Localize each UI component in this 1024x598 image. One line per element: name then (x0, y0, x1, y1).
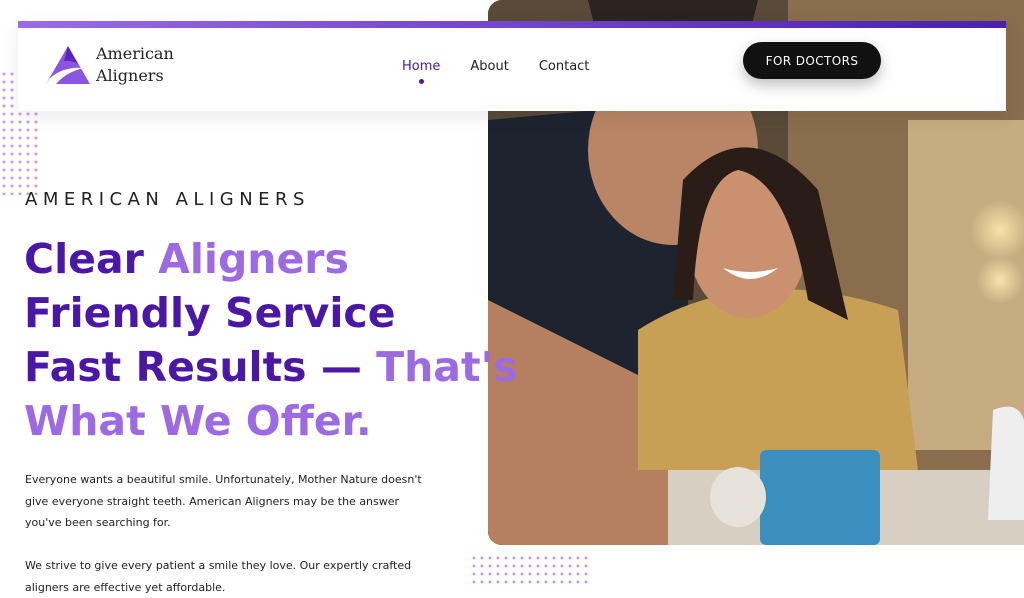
nav-about[interactable]: About (470, 59, 508, 74)
dot-pattern-bottom (470, 554, 588, 584)
logo-text: American Aligners (96, 43, 174, 87)
hero-paragraph-2: We strive to give every patient a smile … (25, 559, 412, 594)
main-nav: Home About Contact (402, 59, 619, 84)
logo-triangle-icon (46, 46, 90, 84)
logo-line2: Aligners (96, 66, 164, 85)
headline-word-aligners: Aligners (158, 235, 349, 283)
nav-contact[interactable]: Contact (539, 59, 590, 74)
active-indicator-dot (418, 79, 424, 84)
hero-headline: Clear Aligners Friendly Service Fast Res… (24, 232, 518, 448)
nav-about-label: About (470, 59, 509, 74)
headline-thats: That's (376, 343, 518, 391)
headline-line-2: Friendly Service (24, 289, 396, 337)
hero-eyebrow: AMERICAN ALIGNERS (25, 189, 310, 210)
headline-line-3: Fast Results — That's (24, 340, 518, 394)
for-doctors-button[interactable]: FOR DOCTORS (743, 42, 881, 79)
hero-paragraph-1: Everyone wants a beautiful smile. Unfort… (25, 473, 422, 529)
logo[interactable]: American Aligners (44, 43, 174, 87)
header-accent-bar (18, 21, 1006, 28)
headline-line-4: What We Offer. (24, 397, 372, 445)
headline-line-1: Clear Aligners (24, 232, 518, 286)
headline-word-clear: Clear (24, 235, 144, 283)
headline-fast-results: Fast Results — (24, 343, 362, 391)
nav-contact-label: Contact (538, 59, 590, 74)
logo-line1: American (96, 44, 174, 63)
nav-home-label: Home (402, 59, 441, 74)
site-header: American Aligners Home About Contact FOR… (18, 21, 1006, 111)
nav-home[interactable]: Home (402, 59, 441, 84)
